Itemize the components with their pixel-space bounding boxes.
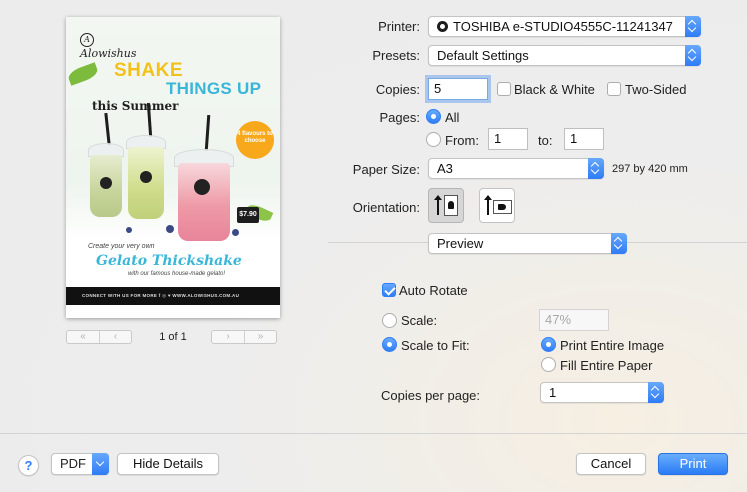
paper-size-label: Paper Size: <box>352 162 420 177</box>
copies-per-page-label: Copies per page: <box>381 388 481 403</box>
copies-label: Copies: <box>375 82 420 97</box>
printer-popup[interactable]: TOSHIBA e-STUDIO4555C-11241347 <box>428 16 701 37</box>
pages-from-label: From: <box>445 133 479 148</box>
up-arrow-icon <box>484 195 492 215</box>
copies-field[interactable]: 5 <box>428 78 488 100</box>
scale-radio[interactable] <box>382 313 397 328</box>
print-button[interactable]: Print <box>658 453 728 475</box>
section-menu-popup[interactable]: Preview <box>428 233 627 254</box>
poster-logo: AAlowishus <box>80 33 137 60</box>
pages-label: Pages: <box>379 110 420 125</box>
thickshake-cup-lime <box>128 147 164 219</box>
popup-arrows-icon <box>685 45 701 66</box>
pages-to-field[interactable]: 1 <box>564 128 604 150</box>
popup-arrows-icon <box>648 382 664 403</box>
berry <box>126 227 132 233</box>
poster-flavours-badge: 4 flavours to choose <box>236 121 274 159</box>
previous-page-button[interactable]: ‹ <box>99 331 131 343</box>
cup-logo <box>140 171 152 183</box>
up-arrow-icon <box>434 195 442 215</box>
poster-footer-bar: CONNECT WITH US FOR MORE f ◎ ♥ WWW.ALOWI… <box>66 287 280 305</box>
print-entire-image-label: Print Entire Image <box>560 338 665 353</box>
presets-value: Default Settings <box>437 48 529 63</box>
last-page-button[interactable]: » <box>244 331 276 343</box>
printer-icon <box>437 21 448 32</box>
auto-rotate-label: Auto Rotate <box>399 283 468 298</box>
preview-nav-forward-group: › » <box>211 330 277 344</box>
preview-nav-back-group: « ‹ <box>66 330 132 344</box>
berry <box>166 225 174 233</box>
paper-size-dimensions: 297 by 420 mm <box>612 163 688 175</box>
help-button[interactable]: ? <box>18 455 39 476</box>
pages-from-field[interactable]: 1 <box>488 128 528 150</box>
presets-popup[interactable]: Default Settings <box>428 45 701 66</box>
auto-rotate-checkbox[interactable] <box>382 283 396 297</box>
poster-gelato-title: Gelato Thickshake <box>96 253 242 269</box>
berry <box>232 229 239 236</box>
person-icon <box>448 201 454 209</box>
two-sided-label: Two-Sided <box>625 82 687 97</box>
cancel-button[interactable]: Cancel <box>576 453 646 475</box>
popup-arrows-icon <box>685 16 701 37</box>
thickshake-cup-pink <box>178 163 230 241</box>
scale-to-fit-label: Scale to Fit: <box>401 338 470 353</box>
print-entire-image-radio[interactable] <box>541 337 556 352</box>
pages-all-radio[interactable] <box>426 109 441 124</box>
poster-headline-summer: this Summer <box>92 99 179 113</box>
black-white-label: Black & White <box>514 82 595 97</box>
paper-size-value: A3 <box>437 161 453 176</box>
popup-arrows-icon <box>611 233 627 254</box>
pages-all-label: All <box>445 110 460 125</box>
cup-logo <box>194 179 210 195</box>
next-page-button[interactable]: › <box>212 331 244 343</box>
scale-percent-field[interactable]: 47% <box>539 309 609 331</box>
print-preview-thumbnail: AAlowishus SHAKE THINGS UP this Summer 4… <box>66 17 280 318</box>
printer-label: Printer: <box>378 19 420 34</box>
section-menu-value: Preview <box>437 236 484 251</box>
chevron-down-icon <box>92 453 109 475</box>
pdf-label: PDF <box>60 456 86 471</box>
page-indicator: 1 of 1 <box>159 331 187 343</box>
scale-to-fit-radio[interactable] <box>382 337 397 352</box>
printer-value: TOSHIBA e-STUDIO4555C-11241347 <box>453 19 673 34</box>
cup-logo <box>100 177 112 189</box>
copies-per-page-popup[interactable]: 1 <box>540 382 664 403</box>
poster-headline-things-up: THINGS UP <box>166 79 262 98</box>
poster-price-tag: $7.90 <box>237 207 259 223</box>
footer-separator <box>0 433 747 434</box>
fill-entire-paper-label: Fill Entire Paper <box>560 358 653 373</box>
hide-details-button[interactable]: Hide Details <box>117 453 219 475</box>
paper-size-popup[interactable]: A3 <box>428 158 604 179</box>
pdf-menu-button[interactable]: PDF <box>51 453 109 475</box>
copies-per-page-value: 1 <box>549 385 557 400</box>
fill-entire-paper-radio[interactable] <box>541 357 556 372</box>
poster-subtagline: with our famous house-made gelato! <box>128 271 226 277</box>
portrait-orientation-button[interactable] <box>428 188 464 223</box>
print-dialog: AAlowishus SHAKE THINGS UP this Summer 4… <box>0 0 747 492</box>
two-sided-checkbox[interactable] <box>607 82 621 96</box>
scale-label: Scale: <box>401 313 438 328</box>
first-page-button[interactable]: « <box>67 331 99 343</box>
poster-tagline: Create your very own <box>88 243 155 250</box>
landscape-orientation-button[interactable] <box>479 188 515 223</box>
black-white-checkbox[interactable] <box>497 82 511 96</box>
orientation-label: Orientation: <box>352 200 420 215</box>
person-icon <box>498 204 506 210</box>
pages-to-label: to: <box>538 133 553 148</box>
pages-from-radio[interactable] <box>426 132 441 147</box>
presets-label: Presets: <box>372 48 420 63</box>
popup-arrows-icon <box>588 158 604 179</box>
